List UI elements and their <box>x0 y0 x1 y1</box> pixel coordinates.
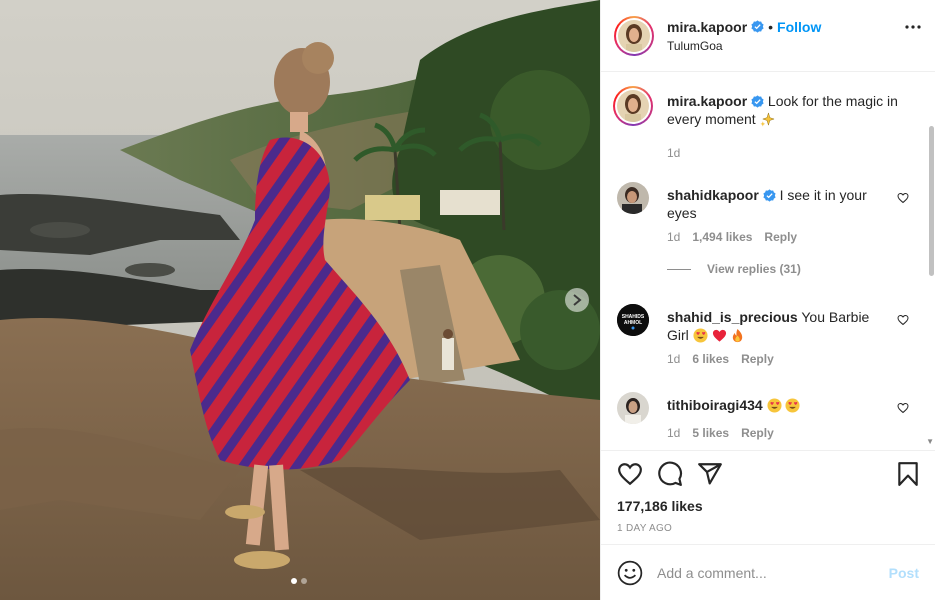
carousel-indicator <box>291 578 307 584</box>
replies-divider <box>667 268 691 270</box>
post-header: mira.kapoor • Follow TulumGoa <box>601 0 935 72</box>
comment-username[interactable]: shahid_is_precious <box>667 309 798 325</box>
comment-likes[interactable]: 6 likes <box>692 352 729 366</box>
comment-time[interactable]: 1d <box>667 352 680 366</box>
comment-icon[interactable] <box>657 461 683 487</box>
caption-time[interactable]: 1d <box>667 146 680 160</box>
red-heart-emoji-icon <box>712 329 726 342</box>
post-location[interactable]: TulumGoa <box>667 39 821 53</box>
verified-badge-icon <box>751 95 764 108</box>
caption-meta: 1d <box>667 146 680 160</box>
scroll-down-arrow-icon[interactable]: ▼ <box>926 437 934 446</box>
comment-likes[interactable]: 1,494 likes <box>692 230 752 244</box>
like-comment-heart-icon[interactable] <box>897 402 909 414</box>
comment-meta: 1d 6 likes Reply <box>667 352 774 366</box>
author-avatar <box>618 19 650 52</box>
post-timestamp[interactable]: 1 DAY AGO <box>601 516 935 542</box>
comment-username[interactable]: tithiboiragi434 <box>667 397 763 413</box>
comments-list[interactable]: mira.kapoor Look for the magic in every … <box>601 72 935 450</box>
heart-icon[interactable] <box>617 461 643 487</box>
caption-text-block: mira.kapoor Look for the magic in every … <box>667 92 907 128</box>
comment-composer: Post <box>601 544 935 600</box>
reply-button[interactable]: Reply <box>741 352 774 366</box>
reply-button[interactable]: Reply <box>741 426 774 440</box>
comment-time[interactable]: 1d <box>667 230 680 244</box>
comment-meta: 1d 5 likes Reply <box>667 426 774 440</box>
carousel-dot-active <box>291 578 297 584</box>
emoji-picker-icon[interactable] <box>617 560 643 586</box>
post-detail-panel: mira.kapoor • Follow TulumGoa mira.kapoo… <box>600 0 935 600</box>
post-comment-button[interactable]: Post <box>889 565 919 581</box>
next-photo-button[interactable] <box>565 288 589 312</box>
instagram-post-view: mira.kapoor • Follow TulumGoa mira.kapoo… <box>0 0 935 600</box>
reply-button[interactable]: Reply <box>764 230 797 244</box>
author-avatar-ring[interactable] <box>614 15 654 56</box>
comment-text-block: shahidkapoor I see it in your eyes <box>667 186 887 222</box>
comment-username[interactable]: shahidkapoor <box>667 187 759 203</box>
comment-input[interactable] <box>657 564 889 581</box>
header-separator: • <box>768 18 774 35</box>
avatar-text-line: AHMOL <box>624 320 642 326</box>
like-comment-heart-icon[interactable] <box>897 192 909 204</box>
share-icon[interactable] <box>697 461 723 487</box>
caption-avatar[interactable] <box>613 86 653 126</box>
verified-badge-icon <box>763 189 776 202</box>
comment-text-block: shahid_is_precious You Barbie Girl <box>667 308 887 344</box>
commenter-avatar[interactable]: SHAHIDS AHMOL <box>617 304 649 336</box>
commenter-avatar[interactable] <box>617 182 649 214</box>
like-comment-heart-icon[interactable] <box>897 314 909 326</box>
view-replies-label: View replies (31) <box>707 262 801 276</box>
heart-eyes-emoji-icon <box>767 398 782 413</box>
carousel-dot <box>301 578 307 584</box>
view-replies-button[interactable]: View replies (31) <box>667 262 801 276</box>
comment-likes[interactable]: 5 likes <box>692 426 729 440</box>
bookmark-icon[interactable] <box>895 461 921 487</box>
caption-username[interactable]: mira.kapoor <box>667 93 747 109</box>
post-likes-count[interactable]: 177,186 likes <box>601 496 935 516</box>
heart-eyes-emoji-icon <box>785 398 800 413</box>
scrollbar-thumb[interactable] <box>929 126 934 276</box>
sparkles-emoji-icon <box>760 112 775 127</box>
heart-eyes-emoji-icon <box>693 328 708 343</box>
fire-emoji-icon <box>733 328 743 343</box>
beach-photo-illustration <box>0 0 600 600</box>
author-username[interactable]: mira.kapoor <box>667 19 747 35</box>
comments-scrollbar[interactable]: ▼ <box>926 72 935 450</box>
comment-text-block: tithiboiragi434 <box>667 396 887 414</box>
comment-time[interactable]: 1d <box>667 426 680 440</box>
verified-badge-icon <box>751 20 764 33</box>
post-photo[interactable] <box>0 0 600 600</box>
post-action-bar <box>601 450 935 496</box>
comment-meta: 1d 1,494 likes Reply <box>667 230 797 244</box>
chevron-right-icon <box>573 294 582 306</box>
follow-button[interactable]: Follow <box>777 19 821 35</box>
more-horizontal-icon[interactable] <box>905 25 921 29</box>
commenter-avatar[interactable] <box>617 392 649 424</box>
